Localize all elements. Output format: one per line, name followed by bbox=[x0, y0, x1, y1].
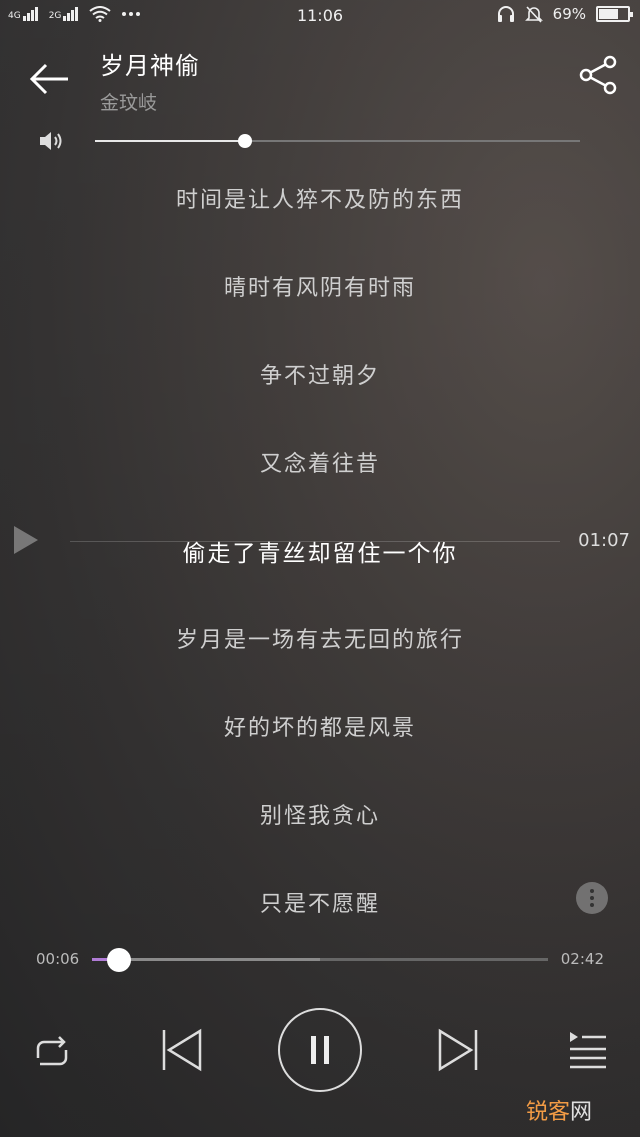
more-dot bbox=[590, 889, 594, 893]
watermark-part-a: 锐客 bbox=[525, 1100, 570, 1125]
pause-icon bbox=[311, 1036, 329, 1064]
current-time: 00:06 bbox=[36, 950, 80, 968]
lyric-line: 只是不愿醒 bbox=[259, 892, 380, 917]
total-time: 02:42 bbox=[560, 950, 604, 968]
watermark-part-b: 网 bbox=[569, 1100, 592, 1125]
volume-fill bbox=[95, 140, 246, 142]
player-header: 岁月神偷 金玟岐 bbox=[0, 36, 640, 126]
lyric-line: 岁月是一场有去无回的旅行 bbox=[175, 628, 464, 653]
song-title: 岁月神偷 bbox=[100, 52, 200, 80]
progress-knob[interactable] bbox=[107, 948, 132, 972]
watermark: 锐客网 bbox=[526, 1094, 592, 1126]
headphone-icon bbox=[497, 6, 514, 22]
more-options-icon[interactable] bbox=[576, 882, 608, 914]
playback-controls bbox=[0, 1008, 640, 1094]
lyric-line: 好的坏的都是风景 bbox=[223, 716, 416, 741]
playback-progress: 00:06 02:42 bbox=[0, 946, 640, 972]
artist-name[interactable]: 金玟岐 bbox=[100, 88, 157, 115]
more-dot bbox=[590, 896, 594, 900]
speaker-icon[interactable] bbox=[38, 129, 64, 153]
lyric-seek-line bbox=[70, 541, 560, 542]
mute-bell-icon bbox=[524, 6, 543, 23]
share-icon[interactable] bbox=[578, 54, 620, 96]
more-dot bbox=[590, 903, 594, 907]
repeat-icon[interactable] bbox=[30, 1032, 72, 1072]
playlist-icon[interactable] bbox=[568, 1030, 608, 1070]
lyric-line: 晴时有风阴有时雨 bbox=[223, 276, 416, 301]
battery-percent: 69% bbox=[552, 5, 586, 23]
battery-icon bbox=[596, 6, 633, 22]
pause-button[interactable] bbox=[278, 1008, 362, 1092]
current-lyric-line: 偷走了青丝却留住一个你 bbox=[182, 541, 458, 567]
back-arrow-icon[interactable] bbox=[24, 54, 74, 104]
lyric-line: 时间是让人猝不及防的东西 bbox=[175, 188, 464, 213]
volume-slider[interactable] bbox=[95, 134, 580, 148]
progress-slider[interactable] bbox=[92, 948, 548, 972]
lyric-seek-time: 01:07 bbox=[578, 530, 630, 551]
volume-row bbox=[0, 124, 640, 158]
status-bar: 4G 2G 11:06 69% bbox=[0, 0, 640, 34]
lyric-line: 争不过朝夕 bbox=[259, 364, 380, 389]
status-right: 69% bbox=[497, 5, 633, 23]
next-track-icon[interactable] bbox=[436, 1028, 480, 1072]
battery-fill bbox=[599, 9, 619, 19]
lyric-line: 又念着往昔 bbox=[259, 452, 380, 477]
volume-knob[interactable] bbox=[238, 134, 253, 148]
previous-track-icon[interactable] bbox=[160, 1028, 204, 1072]
lyric-line: 别怪我贪心 bbox=[259, 804, 380, 829]
play-from-lyric-icon[interactable] bbox=[14, 526, 38, 554]
